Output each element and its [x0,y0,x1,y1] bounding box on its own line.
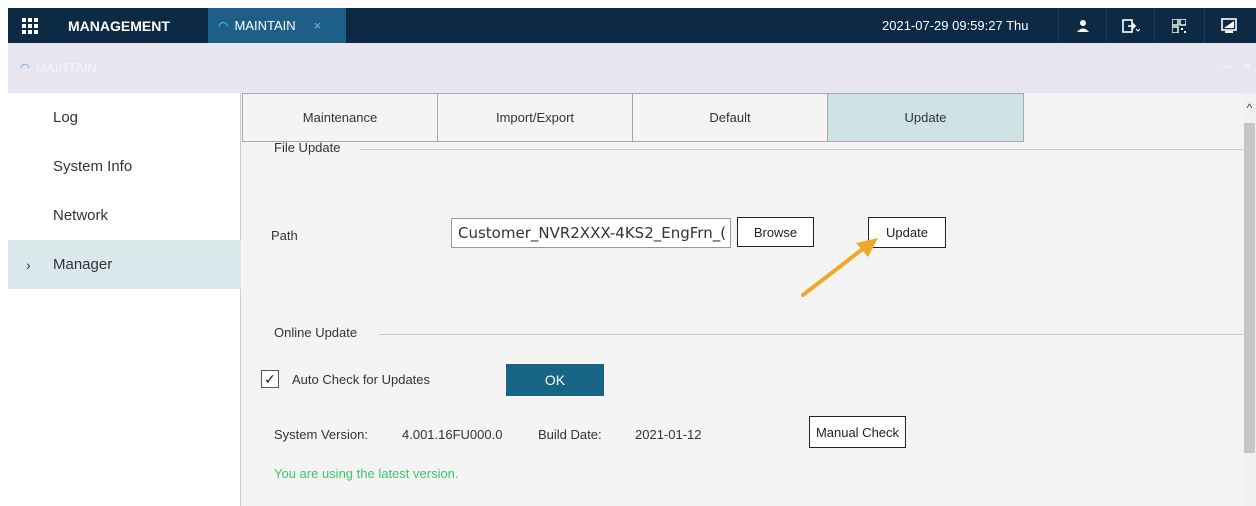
app-grid-icon[interactable] [22,18,38,34]
update-button[interactable]: Update [868,217,946,248]
app-title[interactable]: MANAGEMENT [68,18,170,34]
gauge-icon: ◠ [218,18,229,33]
manual-check-button[interactable]: Manual Check [809,416,906,448]
system-version-value: 4.001.16FU000.0 [402,427,503,442]
path-label: Path [271,228,298,243]
online-update-title: Online Update [274,325,358,340]
ok-button[interactable]: OK [506,364,604,396]
scrollbar-thumb[interactable] [1244,123,1255,453]
section-divider [360,149,1243,150]
sidebar-item-label: System Info [53,158,133,175]
user-icon[interactable] [1058,8,1106,43]
file-update-title: File Update [274,140,341,155]
tab-maintain[interactable]: ◠ MAINTAIN × [208,8,346,43]
section-divider [379,334,1243,335]
checkmark-icon: ✓ [264,370,276,387]
sidebar-item-manager[interactable]: › Manager [8,240,241,289]
window-controls[interactable]: – × [1221,58,1256,76]
tab-default[interactable]: Default [632,93,828,142]
qr-code-icon[interactable] [1154,8,1202,43]
build-date-label: Build Date: [538,427,602,442]
chevron-right-icon: › [26,256,31,273]
auto-check-checkbox[interactable]: ✓ [261,370,279,388]
update-status-text: You are using the latest version. [274,466,459,481]
sidebar-item-label: Manager [53,256,113,273]
scrollbar[interactable]: ^ [1243,93,1256,506]
path-input-value: Customer_NVR2XXX-4KS2_EngFrn_( [458,224,727,242]
browse-button[interactable]: Browse [737,217,814,247]
window-header: ◠ MAINTAIN – × [8,43,1256,93]
gauge-icon: ◠ [20,62,30,74]
sidebar-item-log[interactable]: Log [8,93,241,142]
tab-maintenance[interactable]: Maintenance [242,93,438,142]
top-bar: MANAGEMENT ◠ MAINTAIN × 2021-07-29 09:59… [8,8,1256,43]
window-title: ◠ MAINTAIN [20,60,97,75]
monitor-icon[interactable] [1204,8,1252,43]
sidebar-item-system-info[interactable]: System Info [8,142,241,191]
sidebar-item-label: Log [53,109,79,126]
logout-icon[interactable] [1106,8,1154,43]
build-date-value: 2021-01-12 [635,427,702,442]
sidebar: Log System Info Network › Manager [8,93,241,506]
system-version-label: System Version: [274,427,368,442]
main-panel: Maintenance Import/Export Default Update… [241,93,1243,506]
tab-import-export[interactable]: Import/Export [437,93,633,142]
sidebar-item-network[interactable]: Network [8,191,241,240]
tab-maintain-label: MAINTAIN [234,18,296,33]
path-input[interactable]: Customer_NVR2XXX-4KS2_EngFrn_( [451,218,731,248]
auto-check-label: Auto Check for Updates [292,372,431,387]
datetime: 2021-07-29 09:59:27 Thu [882,18,1029,33]
scroll-up-icon[interactable]: ^ [1243,101,1256,115]
window-title-label: MAINTAIN [35,60,97,75]
tab-update[interactable]: Update [827,93,1024,142]
close-icon[interactable]: × [314,18,322,33]
sidebar-item-label: Network [53,207,109,224]
